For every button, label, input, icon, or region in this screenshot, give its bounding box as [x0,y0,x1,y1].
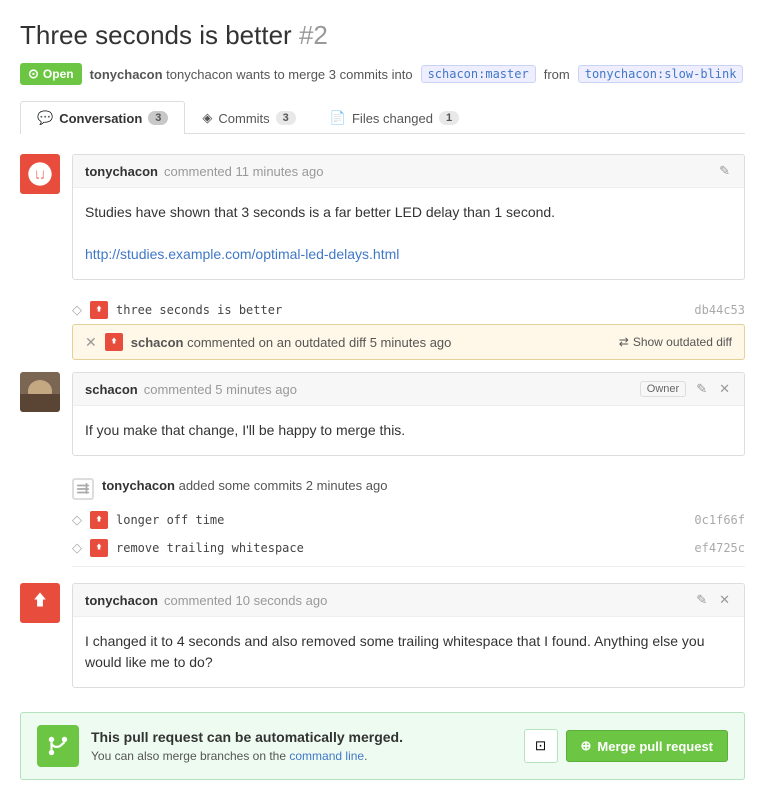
outdated-row: ✕ schacon commented on an outdated diff … [72,324,745,360]
arrows-icon: ⇄ [619,335,629,349]
comment-link-1[interactable]: http://studies.example.com/optimal-led-d… [85,246,399,262]
comment-block-3: tonychacon commented 10 seconds ago ✎ ✕ … [20,583,745,688]
open-badge: ⊙ Open [20,63,82,85]
edit-comment-3-button[interactable]: ✎ [694,592,709,608]
merge-footer-text: This pull request can be automatically m… [91,729,512,763]
avatar-tonychacon-2 [20,583,60,623]
commit-row-3: ◇ remove trailing whitespace ef4725c [20,534,745,562]
tabs: 💬 Conversation 3 ◈ Commits 3 📄 Files cha… [20,101,745,134]
merge-btn-icon: ⊕ [581,738,592,754]
comment-box-1: tonychacon commented 11 minutes ago ✎ St… [72,154,745,280]
delete-comment-3-button[interactable]: ✕ [717,592,732,608]
owner-badge: Owner [640,381,686,397]
commit-branch-icon-3: ◇ [72,540,82,556]
merge-options-button[interactable]: ⊡ [524,729,558,763]
outdated-text: schacon commented on an outdated diff 5 … [131,335,611,350]
show-outdated-button[interactable]: ⇄ Show outdated diff [619,335,732,349]
merge-footer-icon [37,725,79,767]
merge-icon: ⊙ [28,66,39,82]
merge-pull-request-button[interactable]: ⊕ Merge pull request [566,730,728,762]
comment-box-3: tonychacon commented 10 seconds ago ✎ ✕ … [72,583,745,688]
file-icon: 📄 [330,110,346,126]
tab-files-changed[interactable]: 📄 Files changed 1 [313,101,476,134]
avatar-schacon [20,372,60,412]
delete-comment-2-button[interactable]: ✕ [717,381,732,397]
tab-conversation[interactable]: 💬 Conversation 3 [20,101,185,134]
merge-footer-actions: ⊡ ⊕ Merge pull request [524,729,728,763]
command-line-link[interactable]: command line [289,749,364,763]
comment-box-2: schacon commented 5 minutes ago Owner ✎ … [72,372,745,456]
pr-meta: ⊙ Open tonychacon tonychacon wants to me… [20,63,745,85]
from-text: from [544,67,570,82]
commit-branch-icon-2: ◇ [72,512,82,528]
base-branch: schacon:master [421,65,536,83]
edit-comment-1-button[interactable]: ✎ [717,163,732,179]
commit-row-1: ◇ three seconds is better db44c53 [20,296,745,324]
added-commits-row: tonychacon added some commits 2 minutes … [20,472,745,504]
edit-comment-2-button[interactable]: ✎ [694,381,709,397]
added-commits-icon [72,478,94,500]
merge-footer: This pull request can be automatically m… [20,712,745,780]
page-title: Three seconds is better #2 [20,20,745,51]
commit-branch-icon: ◇ [72,302,82,318]
merge-options-icon: ⊡ [535,738,546,754]
comment-block-2: schacon commented 5 minutes ago Owner ✎ … [20,372,745,456]
timeline: tonychacon commented 11 minutes ago ✎ St… [20,154,745,780]
commit-git-icon-2 [90,511,108,529]
avatar-tonychacon-1 [20,154,60,194]
speech-bubble-icon: 💬 [37,110,53,126]
schacon-small-icon [105,333,123,351]
comment-header-1: tonychacon commented 11 minutes ago ✎ [73,155,744,188]
pr-meta-author: tonychacon tonychacon wants to merge 3 c… [90,67,413,82]
comment-block-1: tonychacon commented 11 minutes ago ✎ St… [20,154,745,280]
commit-git-icon-1 [90,301,108,319]
comment-header-2: schacon commented 5 minutes ago Owner ✎ … [73,373,744,406]
divider [72,566,745,567]
comment-header-3: tonychacon commented 10 seconds ago ✎ ✕ [73,584,744,617]
commit-row-2: ◇ longer off time 0c1f66f [20,506,745,534]
comment-body-3: I changed it to 4 seconds and also remov… [73,617,744,687]
close-outdated-icon[interactable]: ✕ [85,334,97,351]
commit-git-icon-3 [90,539,108,557]
head-branch: tonychacon:slow-blink [578,65,744,83]
comment-body-1: Studies have shown that 3 seconds is a f… [73,188,744,279]
added-commits-text: tonychacon added some commits 2 minutes … [102,478,387,493]
comment-body-2: If you make that change, I'll be happy t… [73,406,744,455]
merge-footer-subtitle: You can also merge branches on the comma… [91,749,367,763]
commit-icon: ◈ [202,110,212,126]
tab-commits[interactable]: ◈ Commits 3 [185,101,312,134]
